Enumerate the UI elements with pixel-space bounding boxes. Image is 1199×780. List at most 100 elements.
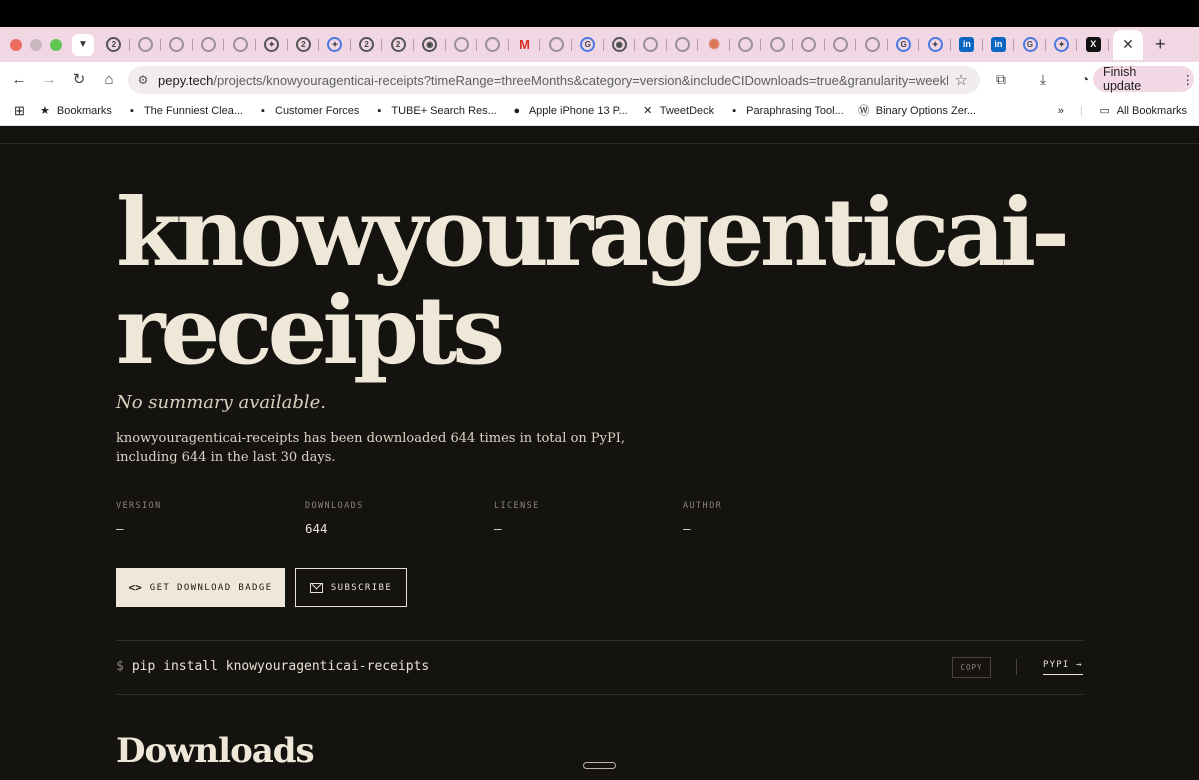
stat-label: AUTHOR [683, 501, 723, 511]
title-line-1: knowyouragenticai- [116, 178, 1070, 288]
browser-tab[interactable] [761, 31, 793, 59]
site-info-icon[interactable]: ⚙ [128, 73, 158, 87]
browser-tab[interactable]: 2 [288, 31, 320, 59]
browser-tab[interactable]: in [983, 31, 1015, 59]
folder-icon: ▭ [1099, 104, 1110, 117]
browser-tab[interactable] [540, 31, 572, 59]
get-download-badge-button[interactable]: <> GET DOWNLOAD BADGE [116, 568, 285, 607]
browser-tab[interactable]: G [572, 31, 604, 59]
browser-tab[interactable]: ◉ [414, 31, 446, 59]
close-window-button[interactable] [10, 38, 22, 51]
scroll-indicator[interactable] [583, 762, 616, 769]
browser-tab[interactable] [856, 31, 888, 59]
browser-tab[interactable] [161, 31, 193, 59]
browser-tab[interactable]: X [1077, 31, 1109, 59]
bookmark-item[interactable]: ▪ Customer Forces [257, 105, 359, 117]
browser-tab[interactable]: 2 [382, 31, 414, 59]
active-tab[interactable]: ✕ [1113, 29, 1143, 60]
browser-tab[interactable]: M [509, 31, 541, 59]
globe-icon [864, 37, 880, 52]
apps-grid-icon[interactable]: ⊞ [14, 103, 25, 119]
all-bookmarks-button[interactable]: ▭ All Bookmarks [1099, 104, 1188, 117]
browser-tab[interactable]: ◉ [604, 31, 636, 59]
bookmark-label: Apple iPhone 13 P... [528, 104, 628, 117]
stat-value: — [494, 521, 502, 536]
apple-icon: ● [513, 104, 521, 117]
browser-tab[interactable]: ✦ [1046, 31, 1078, 59]
2-icon: 2 [390, 37, 406, 52]
stats-row: VERSION — DOWNLOADS 644 LICENSE — AUTHOR… [116, 501, 872, 536]
bookmark-item[interactable]: Ⓦ Binary Options Zer... [858, 105, 976, 117]
new-tab-button[interactable]: + [1155, 34, 1166, 55]
forward-icon[interactable]: → [34, 71, 64, 88]
bookmark-label: Paraphrasing Tool... [746, 104, 844, 117]
browser-tab[interactable] [477, 31, 509, 59]
bookmark-item[interactable]: ✕ TweetDeck [642, 105, 714, 117]
browser-tab[interactable] [667, 31, 699, 59]
browser-tab[interactable] [793, 31, 825, 59]
home-icon[interactable]: ⌂ [94, 71, 124, 88]
address-bar[interactable]: ⚙ pepy.tech/projects/knowyouragenticai-r… [128, 66, 980, 94]
browser-tab[interactable] [193, 31, 225, 59]
chrome-icon: ◉ [422, 37, 438, 52]
bookmarks-bar: ⊞ ★ Bookmarks ▪ The Funniest Clea... ▪ Custom… [0, 96, 1199, 126]
github-icon [548, 37, 564, 52]
bookmark-label: The Funniest Clea... [143, 104, 243, 117]
browser-tab[interactable] [635, 31, 667, 59]
bookmark-item[interactable]: ▪ The Funniest Clea... [126, 105, 243, 117]
url-text[interactable]: pepy.tech/projects/knowyouragenticai-rec… [158, 73, 948, 88]
linkedin-icon: in [959, 37, 975, 52]
maximize-window-button[interactable] [50, 38, 62, 51]
copy-button[interactable]: COPY [952, 657, 991, 678]
subscribe-button-label: SUBSCRIBE [330, 582, 393, 593]
browser-tab[interactable]: ✦ [319, 31, 351, 59]
all-bookmarks-label: All Bookmarks [1116, 104, 1187, 117]
bookmark-item[interactable]: ▪ Paraphrasing Tool... [728, 105, 844, 117]
bookmarks-overflow-button[interactable]: » [1058, 105, 1064, 117]
github-icon [453, 37, 469, 52]
more-menu-icon[interactable]: ⋮ [1182, 72, 1195, 87]
browser-tab[interactable] [730, 31, 762, 59]
extensions-icon[interactable]: ⧉ [990, 71, 1012, 88]
badge-button-label: GET DOWNLOAD BADGE [149, 582, 273, 593]
browser-tab[interactable] [224, 31, 256, 59]
browser-tab[interactable]: in [951, 31, 983, 59]
back-icon[interactable]: ← [4, 71, 34, 88]
browser-tab[interactable] [446, 31, 478, 59]
reload-icon[interactable]: ↻ [64, 70, 94, 88]
browser-tab[interactable] [130, 31, 162, 59]
globe-icon [674, 37, 690, 52]
browser-tab[interactable]: G [888, 31, 920, 59]
tab-search-button[interactable]: ▼ [72, 33, 94, 56]
bookmark-star-icon[interactable]: ☆ [955, 71, 968, 89]
browser-tab[interactable]: G [1014, 31, 1046, 59]
gemini-icon: ✦ [927, 37, 943, 52]
pypi-link[interactable]: PYPI → [1043, 660, 1083, 675]
browser-tab[interactable]: ✦ [919, 31, 951, 59]
browser-tab[interactable]: ✺ [698, 31, 730, 59]
stat-label: VERSION [116, 501, 162, 511]
browser-tab[interactable]: 2 [351, 31, 383, 59]
minimize-window-button[interactable] [30, 38, 42, 51]
finish-update-button[interactable]: Finish update ⋮ [1093, 65, 1195, 93]
bookmark-item[interactable]: ● Apple iPhone 13 P... [511, 105, 628, 117]
favicon: ▪ [129, 104, 134, 117]
install-command-text: pip install knowyouragenticai-receipts [131, 659, 430, 674]
subscribe-button[interactable]: SUBSCRIBE [295, 568, 407, 607]
url-path: /projects/knowyouragenticai-receipts?tim… [213, 72, 948, 88]
stat-value: — [116, 521, 124, 536]
browser-tab[interactable]: ✦ [256, 31, 288, 59]
bookmark-items: ★ Bookmarks ▪ The Funniest Clea... ▪ Customer… [25, 105, 976, 117]
stat-value: 644 [305, 521, 328, 536]
bookmark-item[interactable]: ★ Bookmarks [39, 105, 112, 117]
install-command[interactable]: $ pip install knowyouragenticai-receipts [116, 659, 429, 674]
x-icon: ✕ [643, 104, 653, 117]
browser-tab[interactable] [825, 31, 857, 59]
google-icon: G [1022, 37, 1038, 52]
close-tab-icon[interactable]: ✕ [1122, 36, 1134, 53]
bookmark-item[interactable]: ▪ TUBE+ Search Res... [373, 105, 496, 117]
downloads-icon[interactable]: ⤓ [1032, 71, 1054, 88]
bookmarks-right: » | ▭ All Bookmarks [1058, 105, 1187, 117]
browser-tab[interactable]: 2 [98, 31, 130, 59]
chevron-down-icon: ▼ [78, 39, 88, 50]
